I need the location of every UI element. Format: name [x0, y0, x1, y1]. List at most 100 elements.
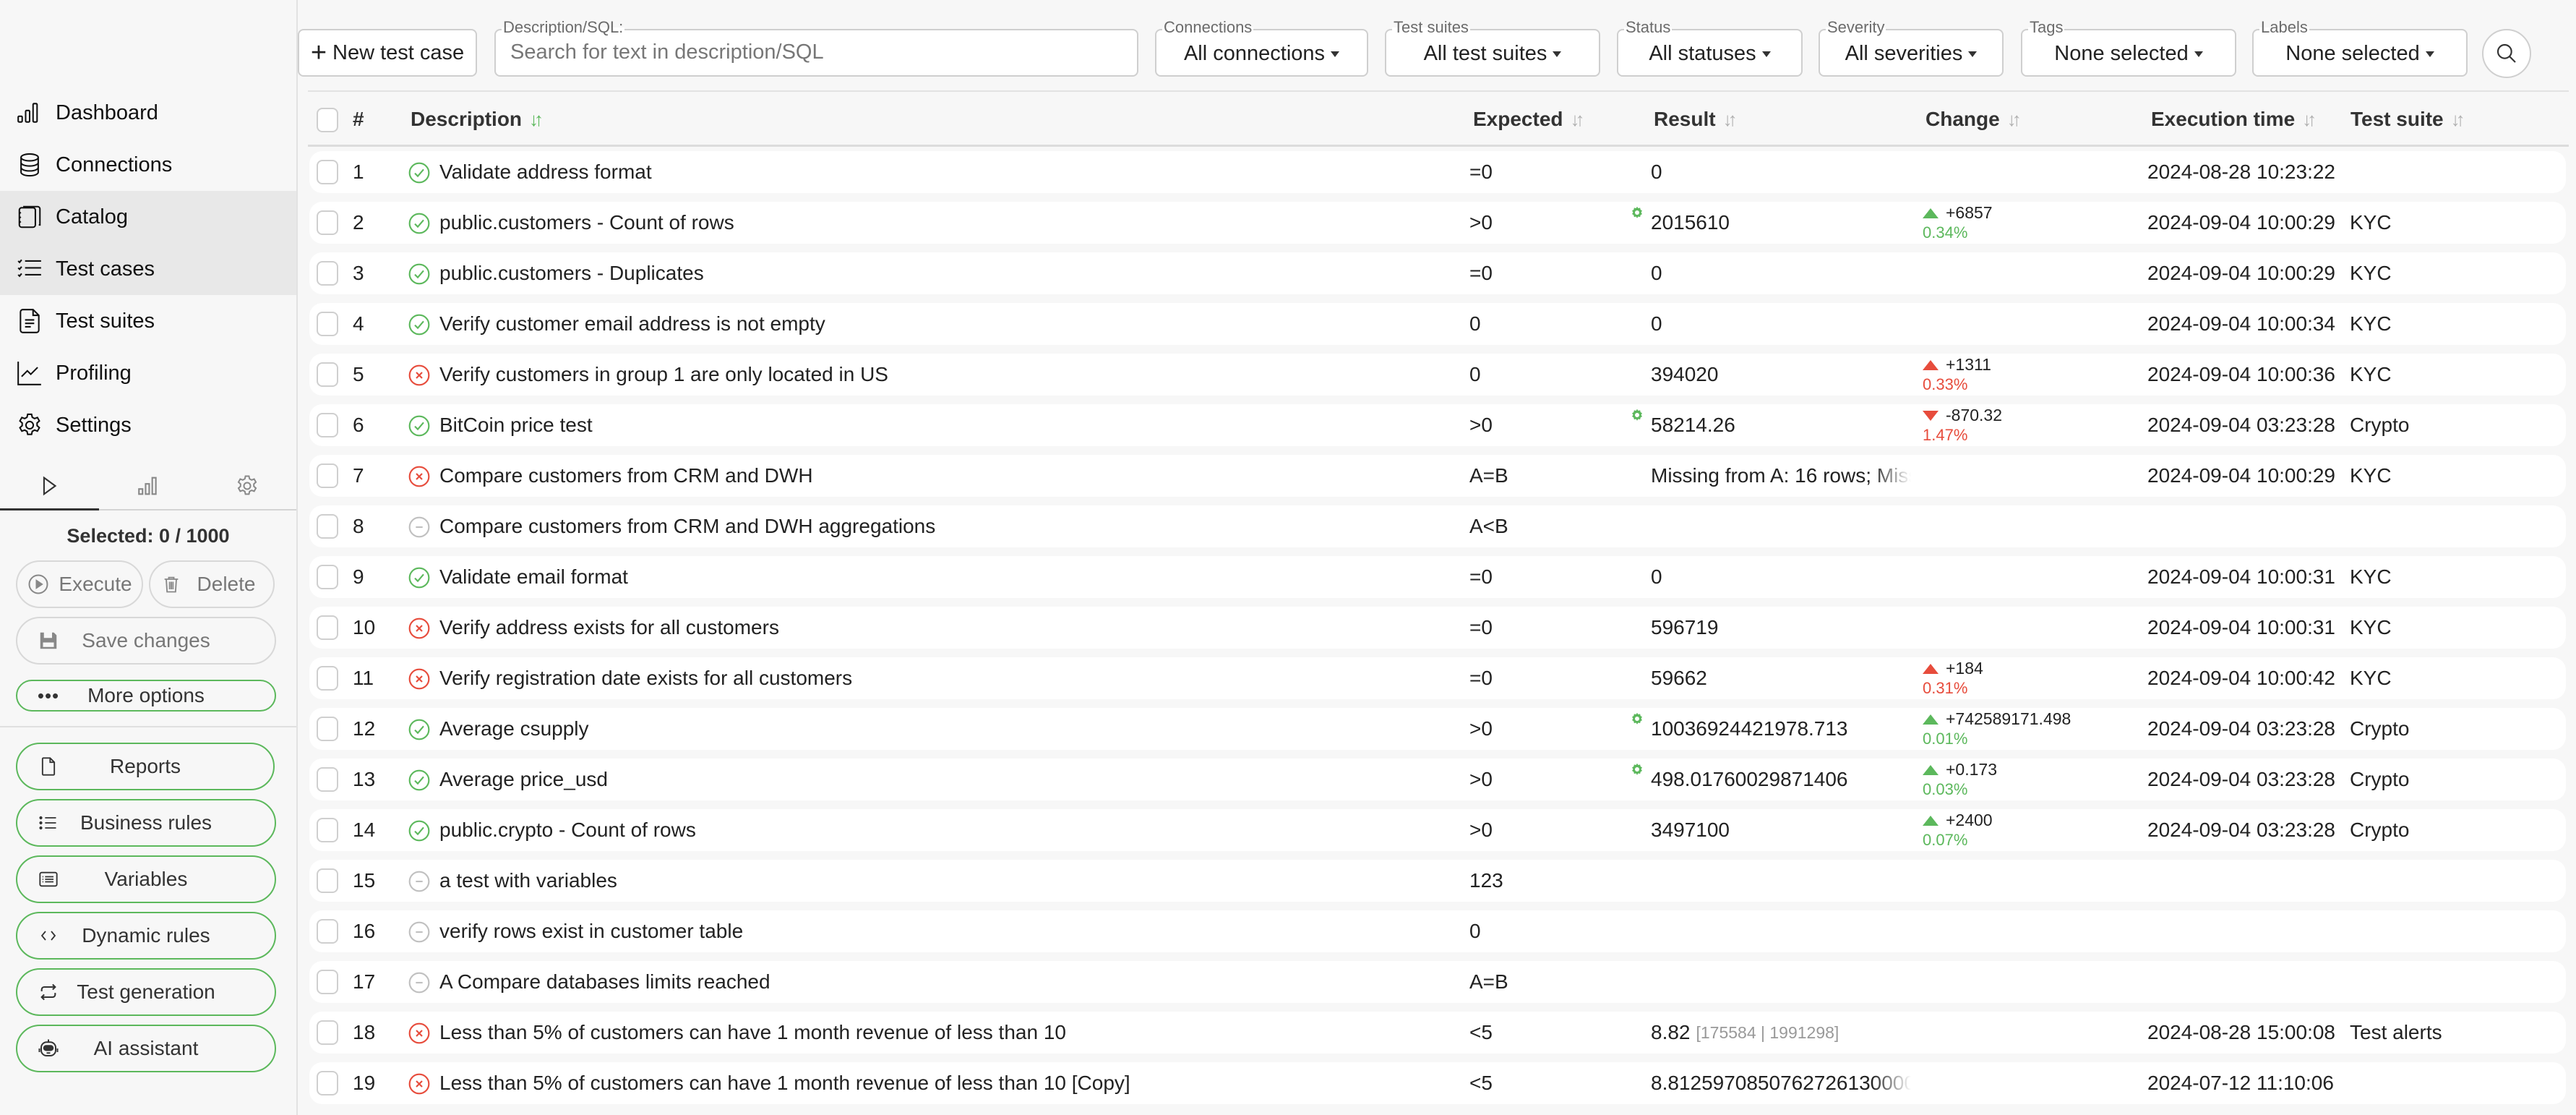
- table-row[interactable]: 15 a test with variables 123: [309, 860, 2566, 902]
- row-description[interactable]: A Compare databases limits reached: [439, 961, 770, 1003]
- table-row[interactable]: 10 Verify address exists for all customer…: [309, 607, 2566, 649]
- table-row[interactable]: 17 A Compare databases limits reached A=B: [309, 961, 2566, 1003]
- connections-filter[interactable]: Connections All connections: [1155, 19, 1368, 77]
- dynamic-rules-button[interactable]: Dynamic rules: [16, 912, 276, 960]
- row-checkbox[interactable]: [317, 970, 338, 994]
- row-description[interactable]: Verify address exists for all customers: [439, 607, 779, 649]
- select-all-checkbox[interactable]: [317, 108, 338, 132]
- row-checkbox[interactable]: [317, 312, 338, 336]
- row-description[interactable]: Compare customers from CRM and DWH: [439, 455, 813, 497]
- row-description[interactable]: Compare customers from CRM and DWH aggre…: [439, 505, 935, 547]
- row-description[interactable]: Average price_usd: [439, 759, 608, 800]
- row-checkbox[interactable]: [317, 565, 338, 589]
- sidebar-item-settings[interactable]: Settings: [0, 399, 296, 451]
- table-row[interactable]: 18 Less than 5% of customers can have 1 m…: [309, 1012, 2566, 1054]
- row-checkbox[interactable]: [317, 615, 338, 640]
- ai-assistant-button[interactable]: AI assistant: [16, 1025, 276, 1072]
- sidebar-item-dashboard[interactable]: Dashboard: [0, 87, 296, 139]
- table-row[interactable]: 16 verify rows exist in customer table 0: [309, 910, 2566, 952]
- execute-button[interactable]: Execute: [16, 560, 143, 608]
- row-expected: 123: [1469, 869, 1503, 892]
- table-row[interactable]: 12 Average csupply >0 10036924421978.713 +74…: [309, 708, 2566, 750]
- row-description[interactable]: Less than 5% of customers can have 1 mon…: [439, 1012, 1066, 1054]
- test-suites-filter[interactable]: Test suites All test suites: [1385, 19, 1600, 77]
- tab-settings[interactable]: [197, 463, 296, 509]
- test-generation-button[interactable]: Test generation: [16, 968, 276, 1016]
- row-checkbox[interactable]: [317, 666, 338, 691]
- more-options-button[interactable]: ••• More options: [16, 680, 276, 712]
- table-row[interactable]: 7 Compare customers from CRM and DWH A=B Mi…: [309, 455, 2566, 497]
- row-description[interactable]: Less than 5% of customers can have 1 mon…: [439, 1062, 1130, 1104]
- row-checkbox[interactable]: [317, 160, 338, 184]
- save-changes-button[interactable]: Save changes: [16, 617, 276, 665]
- sidebar-item-profiling[interactable]: Profiling: [0, 347, 296, 399]
- table-row[interactable]: 9 Validate email format =0 0 2024-09-04 10:0…: [309, 556, 2566, 598]
- row-result-detail: [175584 | 1991298]: [1696, 1022, 1839, 1042]
- search-button[interactable]: [2482, 29, 2531, 78]
- severity-filter[interactable]: Severity All severities: [1819, 19, 2004, 77]
- variables-button[interactable]: Variables: [16, 855, 276, 903]
- row-test-suite: KYC: [2350, 262, 2392, 284]
- row-checkbox[interactable]: [317, 717, 338, 741]
- table-row[interactable]: 4 Verify customer email address is not em…: [309, 303, 2566, 345]
- table-row[interactable]: 13 Average price_usd >0 498.01760029871406 +…: [309, 759, 2566, 800]
- table-row[interactable]: 5 Verify customers in group 1 are only lo…: [309, 354, 2566, 396]
- row-description[interactable]: Verify customer email address is not emp…: [439, 303, 825, 345]
- row-checkbox[interactable]: [317, 1071, 338, 1095]
- sidebar-item-connections[interactable]: Connections: [0, 139, 296, 191]
- sidebar-item-test-cases[interactable]: Test cases: [0, 243, 296, 295]
- status-filter[interactable]: Status All statuses: [1617, 19, 1803, 77]
- sidebar-item-test-suites[interactable]: Test suites: [0, 295, 296, 347]
- sidebar-item-catalog[interactable]: Catalog: [0, 191, 296, 243]
- row-checkbox[interactable]: [317, 919, 338, 944]
- row-test-suite: Test alerts: [2350, 1021, 2442, 1043]
- table-row[interactable]: 11 Verify registration date exists for al…: [309, 657, 2566, 699]
- row-description[interactable]: Verify registration date exists for all …: [439, 657, 852, 699]
- row-description[interactable]: Average csupply: [439, 708, 589, 750]
- header-description[interactable]: Description ↓↑: [411, 108, 544, 131]
- row-description[interactable]: public.customers - Duplicates: [439, 252, 704, 294]
- row-description[interactable]: public.crypto - Count of rows: [439, 809, 696, 851]
- row-checkbox[interactable]: [317, 210, 338, 235]
- row-description[interactable]: Verify customers in group 1 are only loc…: [439, 354, 888, 396]
- table-row[interactable]: 1 Validate address format =0 0 2024-08-28 10…: [309, 151, 2566, 193]
- table-row[interactable]: 14 public.crypto - Count of rows >0 3497100…: [309, 809, 2566, 851]
- row-result: 0: [1651, 303, 1662, 345]
- table-row[interactable]: 2 public.customers - Count of rows >0 20156…: [309, 202, 2566, 244]
- business-rules-button[interactable]: Business rules: [16, 799, 276, 847]
- tags-filter[interactable]: Tags None selected: [2021, 19, 2236, 77]
- row-description[interactable]: verify rows exist in customer table: [439, 910, 743, 952]
- table-row[interactable]: 6 BitCoin price test >0 58214.26 -870.32 1.47…: [309, 404, 2566, 446]
- row-description[interactable]: Validate email format: [439, 556, 628, 598]
- row-checkbox[interactable]: [317, 1020, 338, 1045]
- description-search-input[interactable]: [510, 40, 1117, 64]
- row-checkbox[interactable]: [317, 818, 338, 842]
- row-checkbox[interactable]: [317, 413, 338, 437]
- header-execution-time[interactable]: Execution time ↓↑: [2151, 108, 2317, 131]
- header-result[interactable]: Result ↓↑: [1654, 108, 1738, 131]
- table-row[interactable]: 8 Compare customers from CRM and DWH aggr…: [309, 505, 2566, 547]
- row-checkbox[interactable]: [317, 767, 338, 792]
- tab-run[interactable]: [0, 463, 99, 510]
- header-test-suite[interactable]: Test suite ↓↑: [2350, 108, 2465, 131]
- row-checkbox[interactable]: [317, 868, 338, 893]
- row-result: 498.01760029871406: [1651, 759, 1848, 800]
- row-description[interactable]: Validate address format: [439, 151, 652, 193]
- table-row[interactable]: 3 public.customers - Duplicates =0 0 2024-09…: [309, 252, 2566, 294]
- new-test-case-button[interactable]: + New test case: [298, 29, 477, 77]
- tab-stats[interactable]: [99, 463, 198, 509]
- row-checkbox[interactable]: [317, 261, 338, 286]
- table-row[interactable]: 19 Less than 5% of customers can have 1 m…: [309, 1062, 2566, 1104]
- row-description[interactable]: BitCoin price test: [439, 404, 593, 446]
- header-expected[interactable]: Expected ↓↑: [1473, 108, 1585, 131]
- labels-filter[interactable]: Labels None selected: [2252, 19, 2468, 77]
- row-checkbox[interactable]: [317, 514, 338, 539]
- row-checkbox[interactable]: [317, 463, 338, 488]
- row-checkbox[interactable]: [317, 362, 338, 387]
- row-result: 8.82 [175584 | 1991298]: [1651, 1012, 1839, 1054]
- header-change[interactable]: Change ↓↑: [1925, 108, 2022, 131]
- delete-button[interactable]: Delete: [149, 560, 275, 608]
- reports-button[interactable]: Reports: [16, 743, 275, 790]
- row-description[interactable]: public.customers - Count of rows: [439, 202, 734, 244]
- row-description[interactable]: a test with variables: [439, 860, 617, 902]
